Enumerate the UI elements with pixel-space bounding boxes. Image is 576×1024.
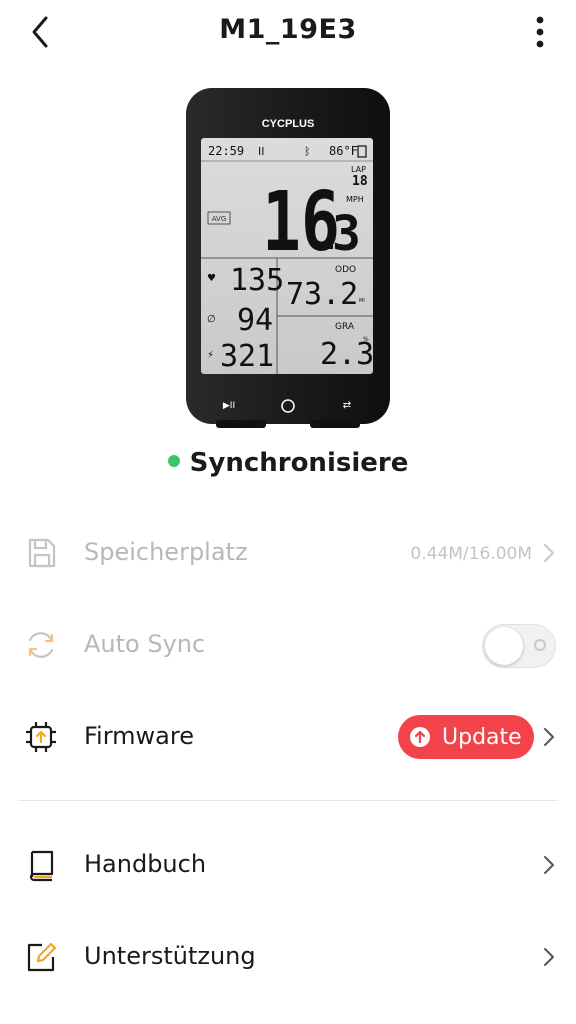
speed-value: 16 — [262, 175, 340, 270]
bluetooth-icon: ᛒ — [304, 145, 311, 158]
book-icon — [29, 850, 54, 882]
odo-value: 73.2 — [286, 277, 358, 312]
lap-value: 18 — [352, 174, 368, 189]
support-label: Unterstützung — [84, 942, 256, 970]
support-row[interactable]: Unterstützung — [0, 918, 576, 998]
page-title: M1_19E3 — [219, 14, 357, 45]
update-label: Update — [442, 725, 522, 750]
auto-sync-row: Auto Sync — [0, 606, 576, 686]
sync-status-text: Synchronisiere — [189, 448, 409, 478]
toggle-knob — [485, 627, 523, 665]
switch-icon: ⇄ — [343, 400, 351, 411]
storage-value: 0.44M/16.00M — [410, 544, 532, 564]
manual-row[interactable]: Handbuch — [0, 826, 576, 906]
upload-arrow-icon — [410, 727, 430, 747]
update-button[interactable]: Update — [398, 715, 534, 759]
power-icon: ⚡ — [207, 350, 214, 361]
firmware-label: Firmware — [84, 722, 194, 750]
auto-sync-label: Auto Sync — [84, 630, 206, 658]
chevron-right-icon — [544, 856, 554, 874]
more-vertical-icon — [536, 16, 544, 48]
cadence-icon: ∅ — [207, 314, 216, 325]
odo-unit: MI — [359, 298, 365, 304]
status-dot-icon — [167, 454, 180, 467]
edit-note-icon — [27, 942, 57, 972]
firmware-row[interactable]: Firmware Update — [0, 698, 576, 778]
lap-label: LAP — [351, 165, 366, 174]
more-options-button[interactable] — [526, 12, 554, 52]
section-divider — [18, 800, 558, 801]
device-temperature: 86°F — [329, 144, 358, 158]
storage-row[interactable]: Speicherplatz 0.44M/16.00M — [0, 514, 576, 594]
device-time: 22:59 — [208, 144, 244, 158]
brand-label: CYCPLUS — [262, 118, 315, 130]
sd-card-icon — [28, 538, 56, 568]
manual-label: Handbuch — [84, 850, 207, 878]
top-bar: M1_19E3 — [0, 0, 576, 64]
heart-icon: ♥ — [207, 273, 216, 284]
chevron-right-icon — [544, 728, 554, 746]
chevron-right-icon — [544, 948, 554, 966]
toggle-off-indicator-icon — [534, 639, 546, 651]
pause-indicator-icon: II — [258, 145, 265, 158]
speed-unit: MPH — [346, 195, 364, 204]
heart-rate-value: 135 — [230, 263, 284, 298]
odo-label: ODO — [335, 265, 356, 275]
cadence-value: 94 — [237, 303, 273, 338]
auto-sync-toggle[interactable] — [482, 624, 556, 668]
gra-unit: % — [363, 336, 369, 343]
storage-label: Speicherplatz — [84, 538, 248, 566]
sync-status: Synchronisiere — [0, 448, 576, 478]
gra-label: GRA — [335, 322, 355, 332]
chevron-right-icon — [544, 544, 554, 562]
avg-label: AVG — [212, 215, 227, 223]
bike-computer-illustration: CYCPLUS 22:59 II ᛒ 86°F LAP 18 MPH 16 3 … — [186, 88, 390, 428]
speed-decimal: 3 — [332, 206, 361, 262]
power-value: 321 — [220, 339, 274, 374]
sync-icon — [28, 632, 54, 658]
device-image: CYCPLUS 22:59 II ᛒ 86°F LAP 18 MPH 16 3 … — [186, 86, 390, 430]
play-pause-icon: ▶II — [223, 401, 235, 411]
chip-upload-icon — [26, 722, 56, 752]
